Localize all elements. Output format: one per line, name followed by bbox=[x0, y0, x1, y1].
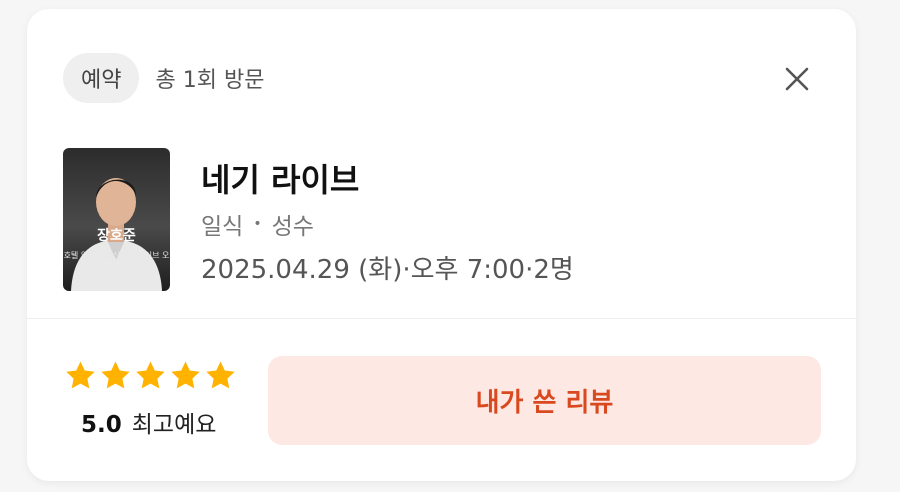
close-icon bbox=[785, 67, 809, 91]
close-button[interactable] bbox=[777, 59, 817, 99]
star-icon bbox=[171, 361, 200, 389]
rating-score: 5.0 bbox=[81, 412, 122, 438]
visit-count: 총 1회 방문 bbox=[155, 68, 265, 93]
my-review-button[interactable]: 내가 쓴 리뷰 bbox=[268, 356, 821, 445]
divider bbox=[27, 318, 856, 319]
restaurant-thumbnail[interactable]: 장호준 호텔 일식당 출신 네기타이브 오 bbox=[63, 148, 170, 291]
card-header: 예약 총 1회 방문 bbox=[63, 53, 264, 103]
reservation-datetime: 2025.04.29 (화)·오후 7:00·2명 bbox=[201, 255, 574, 285]
reservation-card: 예약 총 1회 방문 장호준 호텔 일식당 출신 네기타이브 오 네기 라이브 … bbox=[27, 9, 856, 481]
restaurant-location: 성수 bbox=[271, 214, 314, 240]
star-icon bbox=[66, 361, 95, 389]
star-icon bbox=[101, 361, 130, 389]
star-rating bbox=[64, 359, 237, 392]
meta-separator: • bbox=[253, 216, 262, 232]
rating-label: 최고예요 bbox=[131, 412, 217, 438]
star-icon bbox=[136, 361, 165, 389]
restaurant-meta: 일식 • 성수 bbox=[201, 207, 314, 241]
chef-photo bbox=[71, 178, 162, 291]
restaurant-category: 일식 bbox=[201, 214, 244, 240]
star-icon bbox=[206, 361, 235, 389]
reservation-badge: 예약 bbox=[63, 53, 140, 103]
restaurant-name[interactable]: 네기 라이브 bbox=[201, 155, 359, 201]
thumbnail-name: 장호준 bbox=[97, 228, 136, 244]
rating-summary: 5.0 최고예요 bbox=[81, 405, 216, 439]
thumbnail-caption: 호텔 일식당 출신 네기타이브 오 bbox=[63, 251, 170, 260]
